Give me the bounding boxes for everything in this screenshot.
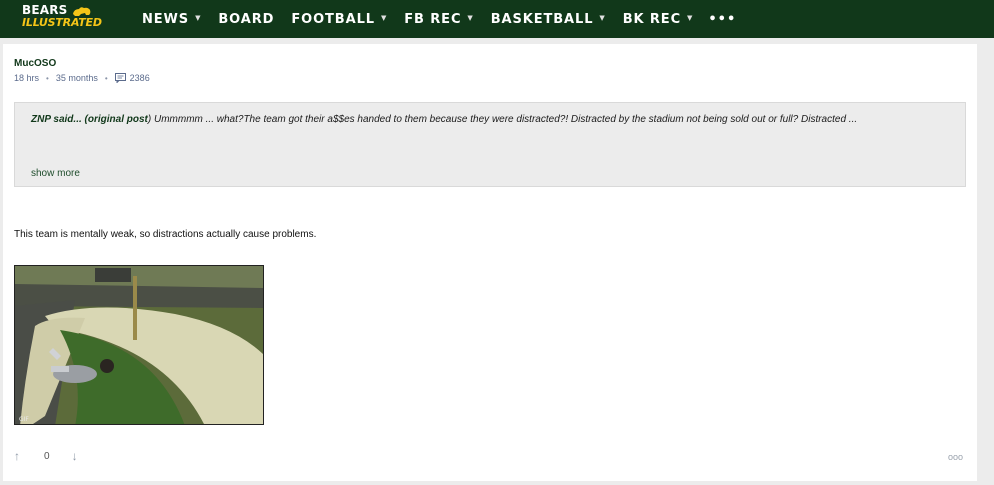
nav-label: BASKETBALL	[490, 11, 594, 27]
original-post-link[interactable]: (original post	[85, 114, 148, 125]
chevron-down-icon: ▼	[195, 14, 202, 22]
quoted-user-link[interactable]: ZNP said...	[31, 114, 82, 125]
nav-label: BK REC	[622, 11, 682, 27]
logo-line-2: ILLUSTRATED	[22, 16, 102, 29]
quote-block: ZNP said... (original post) Ummmmm ... w…	[14, 102, 966, 187]
nav-item-bk-rec[interactable]: BK REC ▼	[623, 12, 694, 27]
nav-item-news[interactable]: NEWS ▼	[142, 12, 201, 27]
nav-item-basketball[interactable]: BASKETBALL ▼	[491, 12, 606, 27]
chevron-down-icon: ▼	[687, 14, 694, 22]
post-meta: 18 hrs • 35 months • 2386	[14, 73, 150, 83]
main-nav: NEWS ▼ BOARD FOOTBALL ▼ FB REC ▼ BASKETB…	[142, 0, 736, 38]
quote-body: ) Ummmmm ... what?The team got their a$$…	[147, 114, 858, 125]
post-time[interactable]: 18 hrs	[14, 73, 39, 83]
vote-count: 0	[44, 450, 50, 462]
logo-line-1: BEARS	[22, 3, 68, 17]
bear-icon	[73, 7, 91, 16]
gif-scene: GIF	[15, 266, 263, 424]
quote-text: ZNP said... (original post) Ummmmm ... w…	[31, 110, 951, 130]
post-count: 2386	[129, 73, 150, 83]
nav-label: FB REC	[404, 11, 462, 27]
separator-dot: •	[46, 73, 49, 83]
chevron-down-icon: ▼	[380, 14, 388, 22]
more-menu-icon[interactable]: •••	[708, 12, 736, 27]
chevron-down-icon: ▼	[467, 14, 474, 22]
post-options-icon[interactable]: ooo	[948, 452, 963, 462]
gif-watermark: GIF	[19, 416, 29, 423]
vote-controls: ↑ 0 ↓	[14, 449, 78, 463]
post-card: MucOSO 18 hrs • 35 months • 2386 ZNP sai…	[3, 44, 977, 481]
post-body: This team is mentally weak, so distracti…	[14, 229, 317, 240]
nav-label: BOARD	[218, 11, 275, 27]
upvote-icon[interactable]: ↑	[14, 449, 20, 463]
nav-item-football[interactable]: FOOTBALL ▼	[291, 12, 387, 27]
nav-label: NEWS	[142, 11, 190, 27]
nav-item-board[interactable]: BOARD	[218, 12, 274, 27]
post-author[interactable]: MucOSO	[14, 58, 56, 69]
post-gif-image[interactable]: GIF	[14, 265, 264, 425]
nav-item-fb-rec[interactable]: FB REC ▼	[404, 12, 473, 27]
comment-icon	[114, 73, 126, 83]
separator-dot: •	[104, 73, 108, 83]
chevron-down-icon: ▼	[599, 14, 606, 22]
site-logo[interactable]: BEARS ILLUSTRATED	[22, 3, 102, 34]
top-navbar: BEARS ILLUSTRATED NEWS ▼ BOARD FOOTBALL …	[0, 0, 994, 38]
nav-label: FOOTBALL	[291, 11, 375, 27]
downvote-icon[interactable]: ↓	[72, 449, 78, 463]
show-more-link[interactable]: show more	[31, 168, 80, 179]
member-tenure: 35 months	[55, 73, 98, 83]
